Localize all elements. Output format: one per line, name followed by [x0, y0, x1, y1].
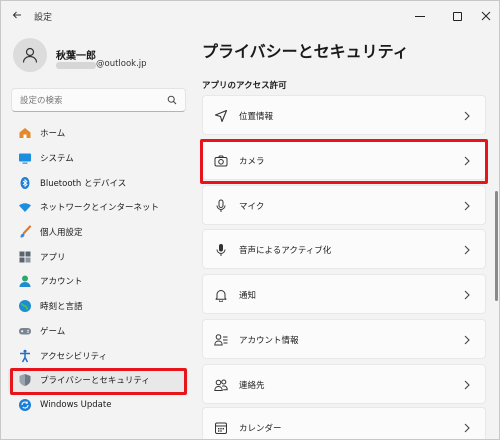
setting-row-location[interactable]: 位置情報 — [202, 95, 486, 135]
setting-row-label: 音声によるアクティブ化 — [239, 246, 332, 256]
sidebar-item-gaming[interactable]: ゲーム — [8, 319, 188, 344]
minimize-button[interactable] — [405, 5, 435, 27]
bluetooth-icon — [18, 176, 32, 190]
contacts-icon — [213, 377, 229, 393]
sidebar-item-label: 個人用設定 — [40, 228, 83, 239]
search-icon — [167, 95, 177, 105]
location-icon — [213, 108, 229, 124]
voice-activation-icon — [213, 242, 229, 258]
setting-row-contacts[interactable]: 連絡先 — [202, 364, 486, 404]
setting-row-label: 位置情報 — [239, 112, 274, 122]
sidebar-item-network[interactable]: ネットワークとインターネット — [8, 195, 188, 220]
avatar[interactable] — [13, 38, 47, 72]
setting-row-label: カレンダー — [239, 424, 282, 434]
close-button[interactable] — [471, 5, 499, 27]
chevron-right-icon — [461, 378, 473, 392]
setting-row-label: 連絡先 — [239, 381, 265, 391]
sidebar-item-apps[interactable]: アプリ — [8, 244, 188, 269]
maximize-button[interactable] — [442, 5, 472, 27]
network-icon — [18, 200, 32, 214]
sidebar-item-label: システム — [40, 154, 74, 165]
bell-icon — [213, 287, 229, 303]
setting-row-label: 通知 — [239, 291, 257, 301]
setting-row-voice-activation[interactable]: 音声によるアクティブ化 — [202, 229, 486, 269]
back-button[interactable] — [5, 7, 29, 27]
sidebar-item-label: ゲーム — [40, 326, 66, 337]
calendar-icon — [213, 420, 229, 436]
gamepad-icon — [18, 324, 32, 338]
setting-row-label: マイク — [239, 202, 265, 212]
sidebar-item-label: Bluetooth とデバイス — [40, 178, 127, 189]
user-name: 秋葉一郎 — [56, 51, 96, 62]
sidebar-item-label: アクセシビリティ — [40, 351, 108, 362]
user-icon — [22, 47, 38, 63]
scrollbar[interactable] — [495, 191, 498, 301]
chevron-right-icon — [461, 333, 473, 347]
back-arrow-icon — [12, 11, 21, 19]
brush-icon — [18, 225, 32, 239]
system-icon — [18, 151, 32, 165]
sidebar-item-label: アカウント — [40, 277, 83, 288]
globe-icon — [18, 299, 32, 313]
sidebar-item-accounts[interactable]: アカウント — [8, 269, 188, 294]
settings-window: 設定 秋葉一郎 @outlook.jp ホーム — [0, 0, 500, 440]
email-redacted — [56, 62, 96, 69]
search-box[interactable] — [11, 88, 186, 112]
sidebar-item-label: 時刻と言語 — [40, 302, 83, 313]
sidebar-item-bluetooth[interactable]: Bluetooth とデバイス — [8, 170, 188, 195]
home-icon — [18, 126, 32, 140]
account-icon — [18, 274, 32, 288]
app-title: 設定 — [34, 13, 53, 23]
chevron-right-icon — [461, 421, 473, 435]
setting-row-notifications[interactable]: 通知 — [202, 274, 486, 314]
sidebar-item-label: Windows Update — [40, 399, 112, 410]
highlight-box-privacy — [10, 368, 187, 395]
page-title: プライバシーとセキュリティ — [202, 42, 409, 61]
chevron-right-icon — [461, 243, 473, 257]
update-icon — [18, 398, 32, 412]
minimize-icon — [415, 15, 425, 17]
sidebar-item-system[interactable]: システム — [8, 146, 188, 171]
title-bar: 設定 — [1, 1, 499, 33]
sidebar-item-label: アプリ — [40, 252, 66, 263]
chevron-right-icon — [461, 109, 473, 123]
maximize-icon — [452, 11, 462, 21]
accessibility-icon — [18, 349, 32, 363]
setting-row-account-info[interactable]: アカウント情報 — [202, 319, 486, 359]
setting-row-label: アカウント情報 — [239, 336, 299, 346]
setting-row-microphone[interactable]: マイク — [202, 185, 486, 225]
highlight-box-camera — [200, 139, 488, 184]
sidebar-item-time-language[interactable]: 時刻と言語 — [8, 294, 188, 319]
user-email: @outlook.jp — [96, 59, 147, 69]
sidebar-item-windows-update[interactable]: Windows Update — [8, 393, 188, 418]
section-header: アプリのアクセス許可 — [202, 81, 287, 91]
sidebar-item-accessibility[interactable]: アクセシビリティ — [8, 343, 188, 368]
sidebar-item-home[interactable]: ホーム — [8, 121, 188, 146]
search-input[interactable] — [20, 94, 160, 107]
sidebar-item-label: ホーム — [40, 129, 66, 140]
chevron-right-icon — [461, 288, 473, 302]
sidebar-item-personalization[interactable]: 個人用設定 — [8, 220, 188, 245]
account-info-icon — [213, 332, 229, 348]
close-icon — [481, 11, 491, 21]
apps-icon — [18, 250, 32, 264]
sidebar-item-label: ネットワークとインターネット — [40, 203, 160, 214]
setting-row-calendar[interactable]: カレンダー — [202, 407, 486, 439]
chevron-right-icon — [461, 199, 473, 213]
microphone-icon — [213, 198, 229, 214]
